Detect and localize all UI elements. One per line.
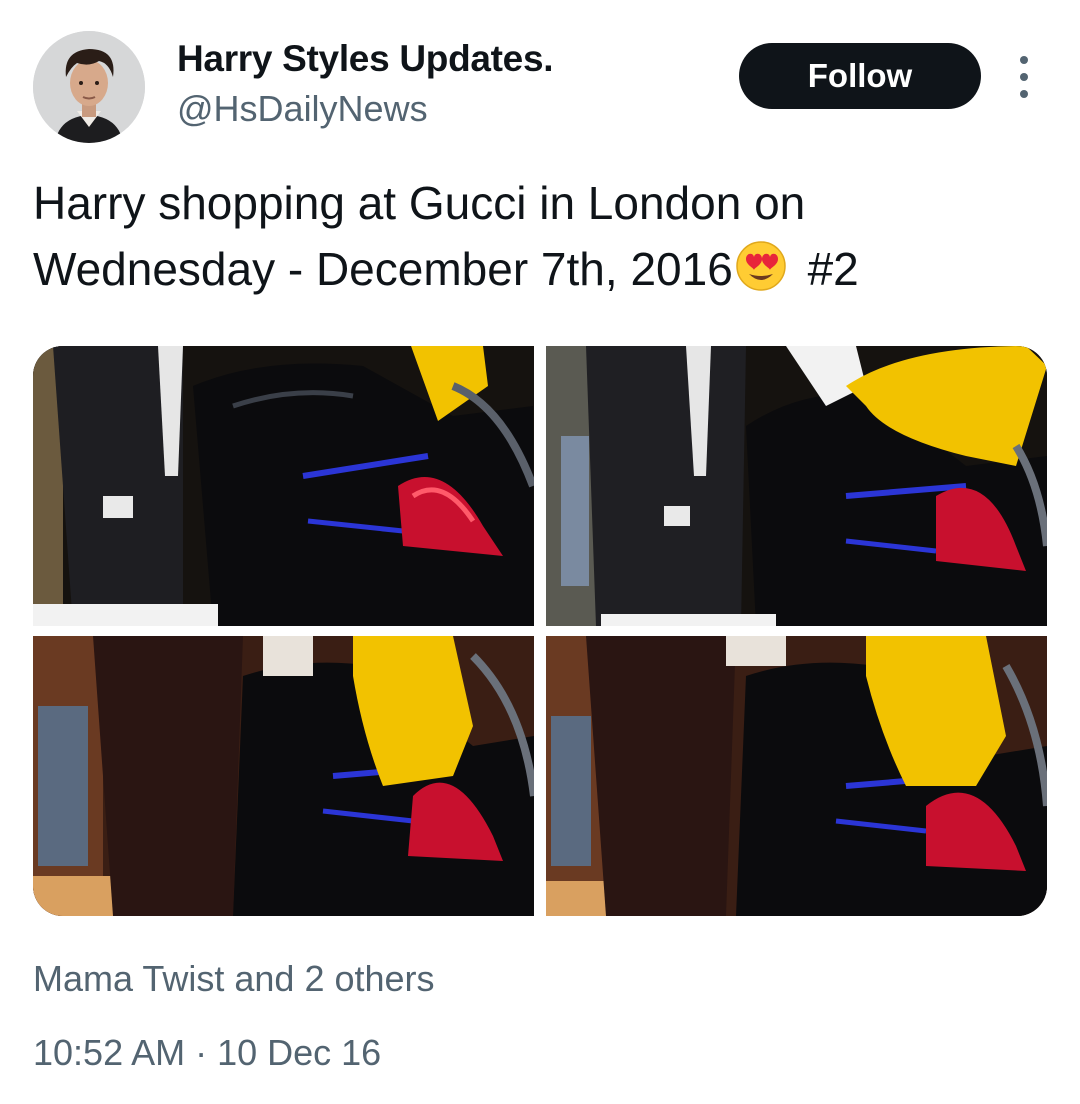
tweet-timestamp[interactable]: 10:52 AM · 10 Dec 16 xyxy=(33,1032,381,1074)
avatar[interactable] xyxy=(33,31,145,143)
user-handle[interactable]: @HsDailyNews xyxy=(177,88,428,130)
photo-4[interactable] xyxy=(546,636,1047,916)
photo-2[interactable] xyxy=(546,346,1047,626)
tweet-text: Harry shopping at Gucci in London on Wed… xyxy=(33,170,1043,302)
tweet-body: Harry shopping at Gucci in London on Wed… xyxy=(33,177,806,295)
follow-button[interactable]: Follow xyxy=(739,43,981,109)
media-grid xyxy=(33,346,1047,916)
photo-1[interactable] xyxy=(33,346,534,626)
photo-3[interactable] xyxy=(33,636,534,916)
liked-by-text[interactable]: Mama Twist and 2 others xyxy=(33,958,435,1000)
heart-eyes-emoji-icon xyxy=(735,240,787,292)
more-vertical-icon[interactable] xyxy=(1012,56,1036,98)
display-name[interactable]: Harry Styles Updates. xyxy=(177,38,554,80)
tweet-tag[interactable]: #2 xyxy=(808,243,859,295)
